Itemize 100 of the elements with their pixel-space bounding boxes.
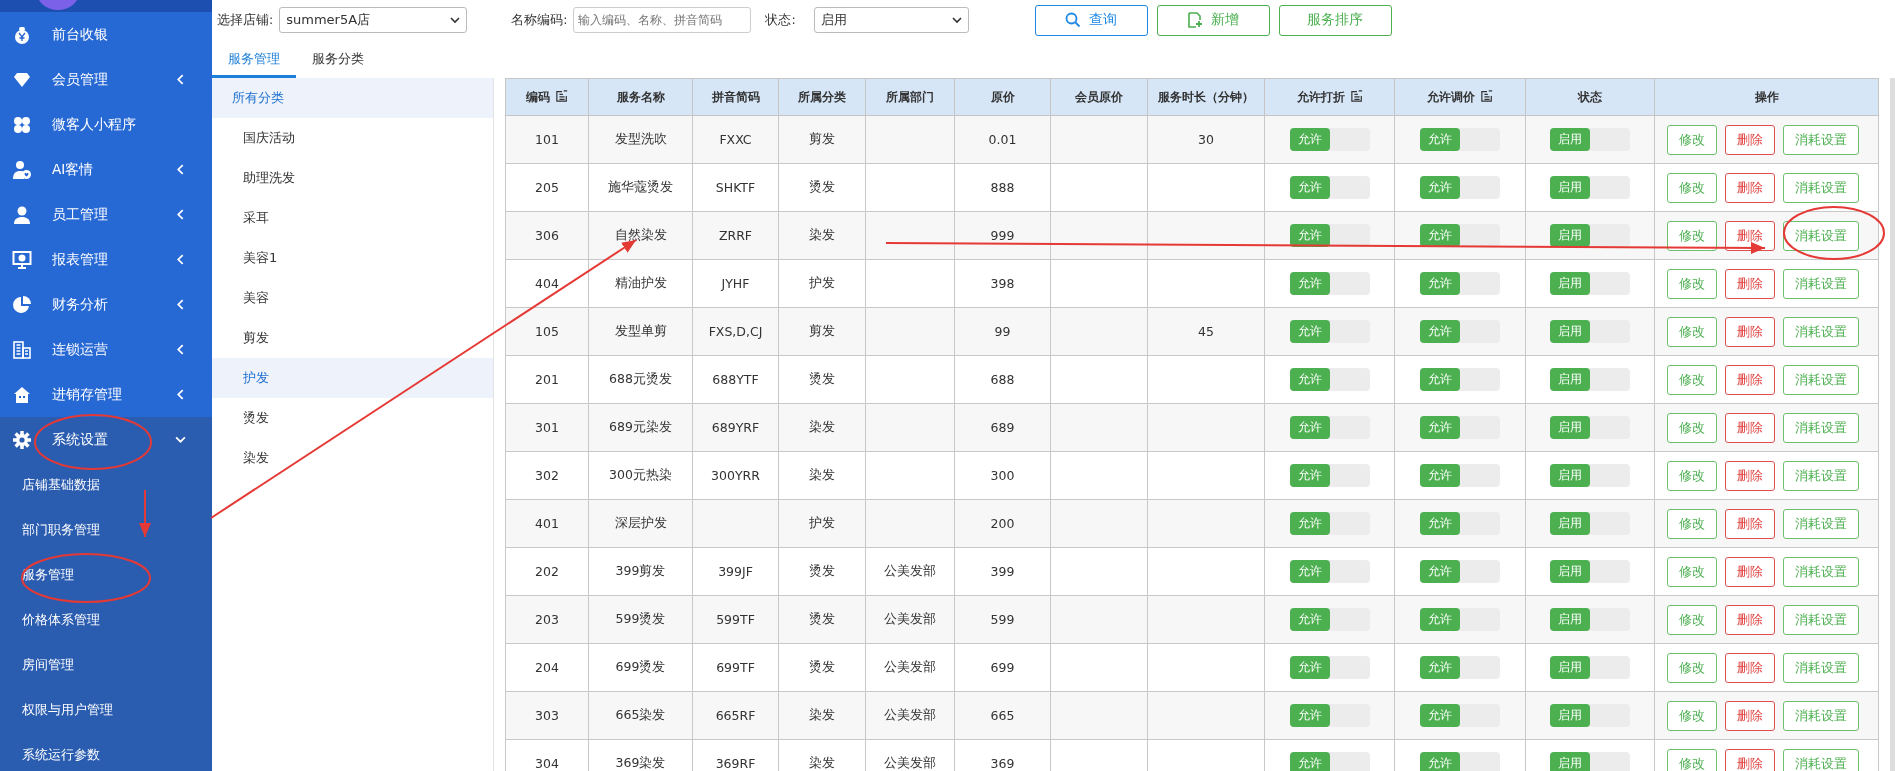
- search-button[interactable]: 查询: [1034, 4, 1148, 36]
- edit-button[interactable]: 修改: [1667, 220, 1717, 251]
- search-field[interactable]: 输入编码、名称、拼音简码: [573, 7, 752, 33]
- status-toggle[interactable]: 启用: [1550, 176, 1630, 199]
- status-toggle[interactable]: 启用: [1550, 608, 1630, 631]
- price-adjust-toggle[interactable]: 允许: [1420, 320, 1500, 343]
- edit-button[interactable]: 修改: [1667, 700, 1717, 731]
- sidebar-item[interactable]: 连锁运营: [0, 327, 212, 372]
- discount-toggle[interactable]: 允许: [1289, 704, 1370, 727]
- sidebar-item[interactable]: 系统设置: [0, 417, 212, 462]
- consume-settings-button[interactable]: 消耗设置: [1783, 508, 1859, 539]
- submenu-item[interactable]: 服务管理: [0, 552, 212, 597]
- consume-settings-button[interactable]: 消耗设置: [1783, 220, 1859, 251]
- price-adjust-toggle[interactable]: 允许: [1420, 704, 1500, 727]
- delete-button[interactable]: 删除: [1725, 412, 1775, 443]
- tab[interactable]: 服务分类: [296, 42, 380, 78]
- edit-icon[interactable]: [556, 89, 568, 102]
- consume-settings-button[interactable]: 消耗设置: [1783, 268, 1859, 299]
- price-adjust-toggle[interactable]: 允许: [1420, 272, 1500, 295]
- price-adjust-toggle[interactable]: 允许: [1420, 560, 1500, 583]
- edit-button[interactable]: 修改: [1667, 172, 1717, 203]
- status-toggle[interactable]: 启用: [1550, 656, 1630, 679]
- status-toggle[interactable]: 启用: [1550, 560, 1630, 583]
- delete-button[interactable]: 删除: [1725, 556, 1775, 587]
- discount-toggle[interactable]: 允许: [1289, 128, 1370, 151]
- edit-button[interactable]: 修改: [1667, 316, 1717, 347]
- category-item[interactable]: 美容1: [212, 238, 493, 278]
- category-item[interactable]: 染发: [212, 438, 493, 478]
- consume-settings-button[interactable]: 消耗设置: [1783, 316, 1859, 347]
- edit-button[interactable]: 修改: [1667, 508, 1717, 539]
- delete-button[interactable]: 删除: [1725, 508, 1775, 539]
- all-categories-item[interactable]: 所有分类: [212, 78, 493, 118]
- submenu-item[interactable]: 房间管理: [0, 642, 212, 687]
- price-adjust-toggle[interactable]: 允许: [1420, 368, 1500, 391]
- sidebar-item[interactable]: AI客情: [0, 147, 212, 192]
- category-item[interactable]: 国庆活动: [212, 118, 493, 158]
- delete-button[interactable]: 删除: [1725, 172, 1775, 203]
- category-item[interactable]: 采耳: [212, 198, 493, 238]
- discount-toggle[interactable]: 允许: [1289, 416, 1370, 439]
- discount-toggle[interactable]: 允许: [1289, 224, 1370, 247]
- add-button[interactable]: 新增: [1156, 4, 1270, 36]
- consume-settings-button[interactable]: 消耗设置: [1783, 556, 1859, 587]
- price-adjust-toggle[interactable]: 允许: [1420, 512, 1500, 535]
- price-adjust-toggle[interactable]: 允许: [1420, 224, 1500, 247]
- discount-toggle[interactable]: 允许: [1289, 176, 1370, 199]
- category-item[interactable]: 护发: [212, 358, 493, 398]
- delete-button[interactable]: 删除: [1725, 124, 1775, 155]
- edit-button[interactable]: 修改: [1667, 748, 1717, 771]
- status-toggle[interactable]: 启用: [1550, 416, 1630, 439]
- delete-button[interactable]: 删除: [1725, 700, 1775, 731]
- delete-button[interactable]: 删除: [1725, 268, 1775, 299]
- status-toggle[interactable]: 启用: [1550, 320, 1630, 343]
- edit-button[interactable]: 修改: [1667, 268, 1717, 299]
- status-toggle[interactable]: 启用: [1550, 368, 1630, 391]
- submenu-item[interactable]: 价格体系管理: [0, 597, 212, 642]
- delete-button[interactable]: 删除: [1725, 748, 1775, 771]
- store-select[interactable]: summer5A店: [279, 7, 468, 33]
- discount-toggle[interactable]: 允许: [1289, 320, 1370, 343]
- discount-toggle[interactable]: 允许: [1289, 608, 1370, 631]
- edit-button[interactable]: 修改: [1667, 364, 1717, 395]
- edit-button[interactable]: 修改: [1667, 460, 1717, 491]
- submenu-item[interactable]: 店铺基础数据: [0, 462, 212, 507]
- consume-settings-button[interactable]: 消耗设置: [1783, 700, 1859, 731]
- category-item[interactable]: 美容: [212, 278, 493, 318]
- edit-icon[interactable]: [1481, 89, 1493, 102]
- sidebar-item[interactable]: 前台收银: [0, 12, 212, 57]
- delete-button[interactable]: 删除: [1725, 364, 1775, 395]
- sidebar-item[interactable]: 员工管理: [0, 192, 212, 237]
- discount-toggle[interactable]: 允许: [1289, 512, 1370, 535]
- consume-settings-button[interactable]: 消耗设置: [1783, 124, 1859, 155]
- category-item[interactable]: 烫发: [212, 398, 493, 438]
- delete-button[interactable]: 删除: [1725, 220, 1775, 251]
- sidebar-item[interactable]: 报表管理: [0, 237, 212, 282]
- discount-toggle[interactable]: 允许: [1289, 464, 1370, 487]
- consume-settings-button[interactable]: 消耗设置: [1783, 748, 1859, 771]
- status-toggle[interactable]: 启用: [1550, 464, 1630, 487]
- price-adjust-toggle[interactable]: 允许: [1420, 128, 1500, 151]
- category-item[interactable]: 助理洗发: [212, 158, 493, 198]
- submenu-item[interactable]: 权限与用户管理: [0, 687, 212, 732]
- edit-button[interactable]: 修改: [1667, 412, 1717, 443]
- submenu-item[interactable]: 部门职务管理: [0, 507, 212, 552]
- status-select[interactable]: 启用: [813, 7, 969, 33]
- discount-toggle[interactable]: 允许: [1289, 272, 1370, 295]
- price-adjust-toggle[interactable]: 允许: [1420, 656, 1500, 679]
- status-toggle[interactable]: 启用: [1550, 704, 1630, 727]
- sidebar-item[interactable]: 进销存管理: [0, 372, 212, 417]
- price-adjust-toggle[interactable]: 允许: [1420, 608, 1500, 631]
- sidebar-item[interactable]: 会员管理: [0, 57, 212, 102]
- status-toggle[interactable]: 启用: [1550, 224, 1630, 247]
- delete-button[interactable]: 删除: [1725, 652, 1775, 683]
- edit-button[interactable]: 修改: [1667, 604, 1717, 635]
- consume-settings-button[interactable]: 消耗设置: [1783, 604, 1859, 635]
- price-adjust-toggle[interactable]: 允许: [1420, 752, 1500, 771]
- delete-button[interactable]: 删除: [1725, 316, 1775, 347]
- consume-settings-button[interactable]: 消耗设置: [1783, 652, 1859, 683]
- sidebar-item[interactable]: 财务分析: [0, 282, 212, 327]
- delete-button[interactable]: 删除: [1725, 460, 1775, 491]
- discount-toggle[interactable]: 允许: [1289, 560, 1370, 583]
- discount-toggle[interactable]: 允许: [1289, 656, 1370, 679]
- submenu-item[interactable]: 系统运行参数: [0, 732, 212, 771]
